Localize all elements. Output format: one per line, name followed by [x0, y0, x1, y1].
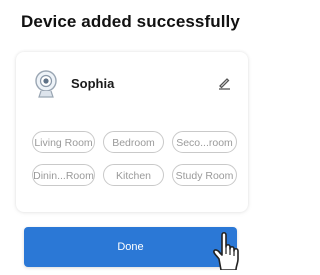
room-chip-living-room[interactable]: Living Room	[32, 131, 95, 153]
device-name: Sophia	[71, 76, 115, 91]
device-card: Sophia Living Room Bedroom Seco...room D…	[16, 52, 248, 212]
room-chip-second-room[interactable]: Seco...room	[172, 131, 237, 153]
room-chip-kitchen[interactable]: Kitchen	[103, 164, 164, 186]
room-chip-dining-room[interactable]: Dinin...Room	[32, 164, 95, 186]
page-title: Device added successfully	[21, 12, 240, 31]
hand-pointer-icon	[205, 226, 245, 271]
room-chip-bedroom[interactable]: Bedroom	[103, 131, 164, 153]
pencil-icon[interactable]	[216, 75, 232, 91]
room-chip-study-room[interactable]: Study Room	[172, 164, 237, 186]
camera-icon	[34, 70, 58, 100]
